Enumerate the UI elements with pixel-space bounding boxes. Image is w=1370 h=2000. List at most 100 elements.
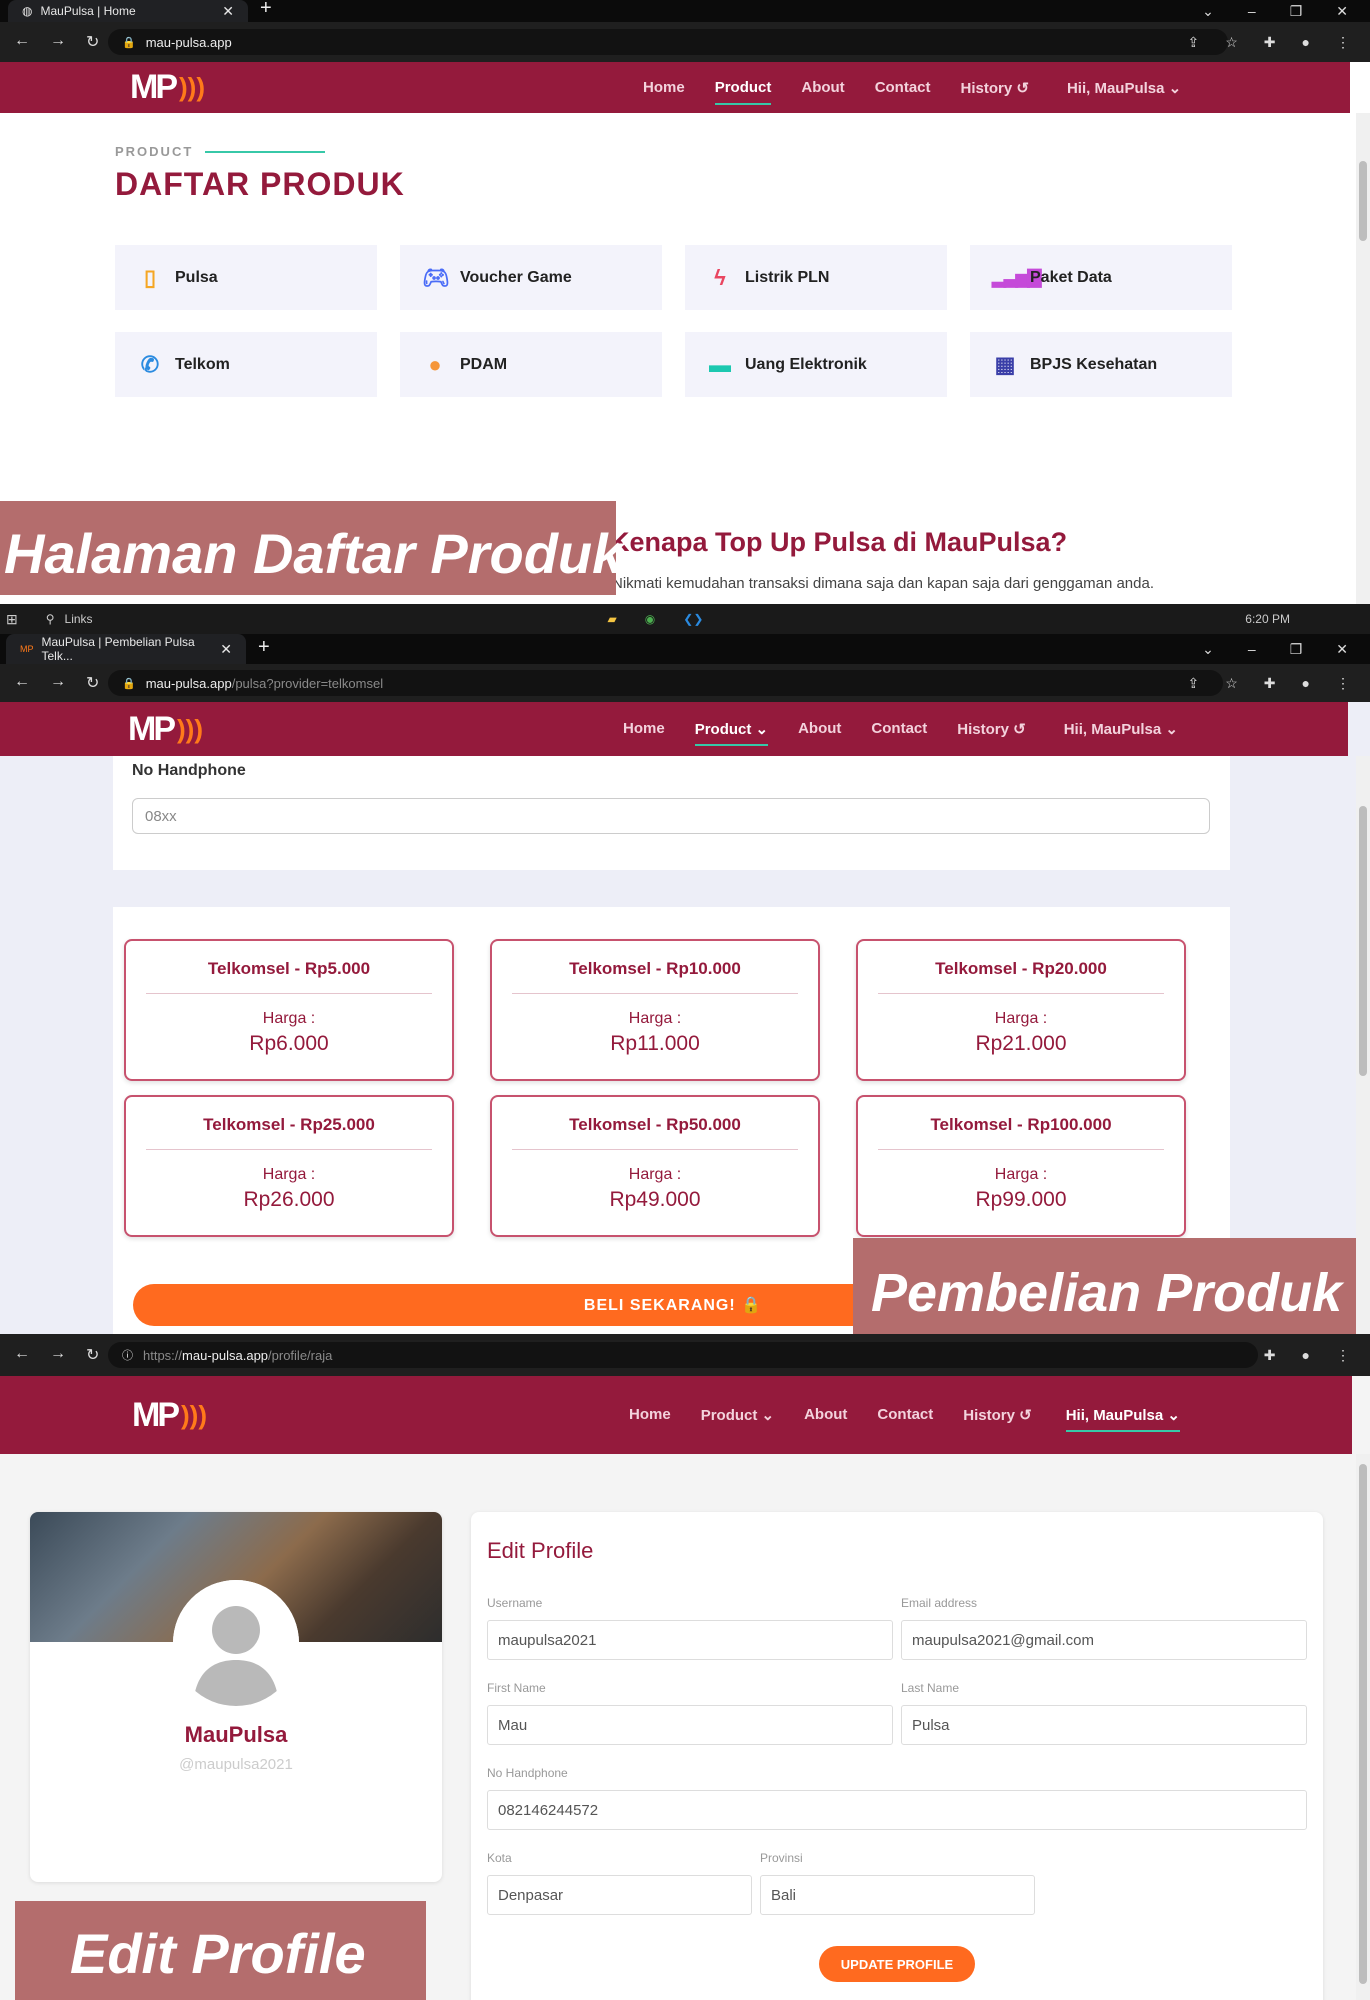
nav-product[interactable]: Product ⌄ xyxy=(694,720,769,746)
restore-icon[interactable]: ❐ xyxy=(1290,641,1303,658)
extensions-icon[interactable]: ✚ xyxy=(1264,34,1276,51)
reload-icon[interactable]: ↻ xyxy=(86,1345,99,1365)
forward-icon[interactable]: → xyxy=(50,1345,66,1365)
product-card-uang-elektronik[interactable]: ▬ Uang Elektronik xyxy=(685,332,947,397)
city-input[interactable]: Denpasar xyxy=(487,1875,752,1915)
browser-tab[interactable]: MP MauPulsa | Pembelian Pulsa Telk... ✕ xyxy=(6,634,246,664)
avatar[interactable] xyxy=(173,1580,299,1706)
last-name-input[interactable]: Pulsa xyxy=(901,1705,1307,1745)
url-field[interactable]: 🔒 mau-pulsa.app xyxy=(108,29,1228,55)
scrollbar[interactable] xyxy=(1356,756,1370,1334)
url-field[interactable]: 🔒 mau-pulsa.app/pulsa?provider=telkomsel xyxy=(108,670,1223,696)
scrollbar[interactable] xyxy=(1356,113,1370,604)
close-window-icon[interactable]: ✕ xyxy=(1336,3,1348,20)
nav-user-menu[interactable]: Hii, MauPulsa ⌄ xyxy=(1067,79,1181,97)
minimize-icon[interactable]: – xyxy=(1248,641,1256,657)
chrome-icon[interactable]: ◉ xyxy=(645,612,655,626)
voucher-card[interactable]: Telkomsel - Rp20.000 Harga : Rp21.000 xyxy=(856,939,1186,1081)
chevron-down-icon[interactable]: ⌄ xyxy=(1202,3,1214,20)
product-card-pdam[interactable]: ● PDAM xyxy=(400,332,662,397)
nav-user-menu[interactable]: Hii, MauPulsa ⌄ xyxy=(1065,1406,1181,1432)
nav-about[interactable]: About xyxy=(801,79,844,97)
restore-icon[interactable]: ❐ xyxy=(1290,3,1303,20)
first-name-input[interactable]: Mau xyxy=(487,1705,893,1745)
back-icon[interactable]: ← xyxy=(14,673,30,693)
new-tab-icon[interactable]: + xyxy=(258,636,270,659)
windows-start-icon[interactable]: ⊞ xyxy=(6,611,18,628)
share-icon[interactable]: ⇪ xyxy=(1188,34,1200,51)
close-window-icon[interactable]: ✕ xyxy=(1336,641,1348,658)
voucher-card[interactable]: Telkomsel - Rp10.000 Harga : Rp11.000 xyxy=(490,939,820,1081)
close-tab-icon[interactable]: ✕ xyxy=(222,3,234,20)
share-icon[interactable]: ⇪ xyxy=(1188,675,1200,692)
product-card-listrik-pln[interactable]: ϟ Listrik PLN xyxy=(685,245,947,310)
minimize-icon[interactable]: – xyxy=(1248,3,1256,19)
forward-icon[interactable]: → xyxy=(50,32,66,52)
scrollbar[interactable] xyxy=(1356,1454,1370,2000)
signal-wave-icon: ))) xyxy=(177,713,203,744)
province-input[interactable]: Bali xyxy=(760,1875,1035,1915)
star-icon[interactable]: ☆ xyxy=(1225,34,1238,51)
more-icon[interactable]: ⋮ xyxy=(1336,34,1350,51)
forward-icon[interactable]: → xyxy=(50,673,66,693)
voucher-card[interactable]: Telkomsel - Rp100.000 Harga : Rp99.000 xyxy=(856,1095,1186,1237)
nav-product[interactable]: Product xyxy=(714,79,771,105)
email-input[interactable]: maupulsa2021@gmail.com xyxy=(901,1620,1307,1660)
scroll-thumb[interactable] xyxy=(1359,161,1367,241)
nav-contact[interactable]: Contact xyxy=(871,720,927,738)
url-scheme: https:// xyxy=(143,1347,183,1363)
close-tab-icon[interactable]: ✕ xyxy=(220,641,232,658)
voucher-card[interactable]: Telkomsel - Rp50.000 Harga : Rp49.000 xyxy=(490,1095,820,1237)
star-icon[interactable]: ☆ xyxy=(1225,675,1238,692)
profile-icon[interactable]: ● xyxy=(1302,1347,1310,1364)
profile-icon[interactable]: ● xyxy=(1302,34,1310,51)
site-logo[interactable]: MP))) xyxy=(130,68,205,107)
extensions-icon[interactable]: ✚ xyxy=(1264,1347,1276,1364)
phone-label: No Handphone xyxy=(487,1766,568,1780)
extensions-icon[interactable]: ✚ xyxy=(1264,675,1276,692)
profile-icon[interactable]: ● xyxy=(1302,675,1310,692)
vscode-icon[interactable]: ❮❯ xyxy=(683,612,703,626)
product-card-telkom[interactable]: ✆ Telkom xyxy=(115,332,377,397)
folder-icon[interactable]: ▰ xyxy=(608,612,617,626)
nav-contact[interactable]: Contact xyxy=(875,79,931,97)
update-profile-button[interactable]: UPDATE PROFILE xyxy=(819,1946,975,1982)
scroll-thumb[interactable] xyxy=(1359,806,1367,1076)
reload-icon[interactable]: ↻ xyxy=(86,32,99,52)
url-field[interactable]: ⓘ https://mau-pulsa.app/profile/raja xyxy=(108,1342,1258,1368)
new-tab-icon[interactable]: + xyxy=(260,0,272,20)
reload-icon[interactable]: ↻ xyxy=(86,673,99,693)
scroll-thumb[interactable] xyxy=(1359,1464,1367,1984)
nav-about[interactable]: About xyxy=(804,1406,847,1424)
taskbar-search-text[interactable]: Links xyxy=(65,612,93,626)
site-logo[interactable]: MP))) xyxy=(132,1396,207,1435)
browser-tab[interactable]: ◍ MauPulsa | Home ✕ xyxy=(8,0,248,22)
product-card-bpjs-kesehatan[interactable]: ▦ BPJS Kesehatan xyxy=(970,332,1232,397)
nav-history[interactable]: History ↺ xyxy=(963,1406,1031,1424)
voucher-card[interactable]: Telkomsel - Rp25.000 Harga : Rp26.000 xyxy=(124,1095,454,1237)
site-logo[interactable]: MP))) xyxy=(128,710,203,749)
search-icon[interactable]: ⚲ xyxy=(46,612,55,626)
nav-home[interactable]: Home xyxy=(643,79,685,97)
nav-home[interactable]: Home xyxy=(629,1406,671,1424)
more-icon[interactable]: ⋮ xyxy=(1336,1347,1350,1364)
nav-about[interactable]: About xyxy=(798,720,841,738)
back-icon[interactable]: ← xyxy=(14,1345,30,1365)
username-input[interactable]: maupulsa2021 xyxy=(487,1620,893,1660)
nav-contact[interactable]: Contact xyxy=(877,1406,933,1424)
phone-input[interactable]: 08xx xyxy=(132,798,1210,834)
voucher-card[interactable]: Telkomsel - Rp5.000 Harga : Rp6.000 xyxy=(124,939,454,1081)
nav-user-menu[interactable]: Hii, MauPulsa ⌄ xyxy=(1064,720,1178,738)
price-label: Harga : xyxy=(628,1166,682,1183)
back-icon[interactable]: ← xyxy=(14,32,30,52)
phone-input[interactable]: 082146244572 xyxy=(487,1790,1307,1830)
nav-home[interactable]: Home xyxy=(623,720,665,738)
nav-history[interactable]: History ↺ xyxy=(957,720,1025,738)
nav-history[interactable]: History ↺ xyxy=(961,79,1029,97)
product-card-pulsa[interactable]: ▯ Pulsa xyxy=(115,245,377,310)
product-card-voucher-game[interactable]: 🎮︎ Voucher Game xyxy=(400,245,662,310)
product-card-paket-data[interactable]: ▂▃▅▇ Paket Data xyxy=(970,245,1232,310)
chevron-down-icon[interactable]: ⌄ xyxy=(1202,641,1214,658)
more-icon[interactable]: ⋮ xyxy=(1336,675,1350,692)
nav-product[interactable]: Product ⌄ xyxy=(701,1406,774,1424)
